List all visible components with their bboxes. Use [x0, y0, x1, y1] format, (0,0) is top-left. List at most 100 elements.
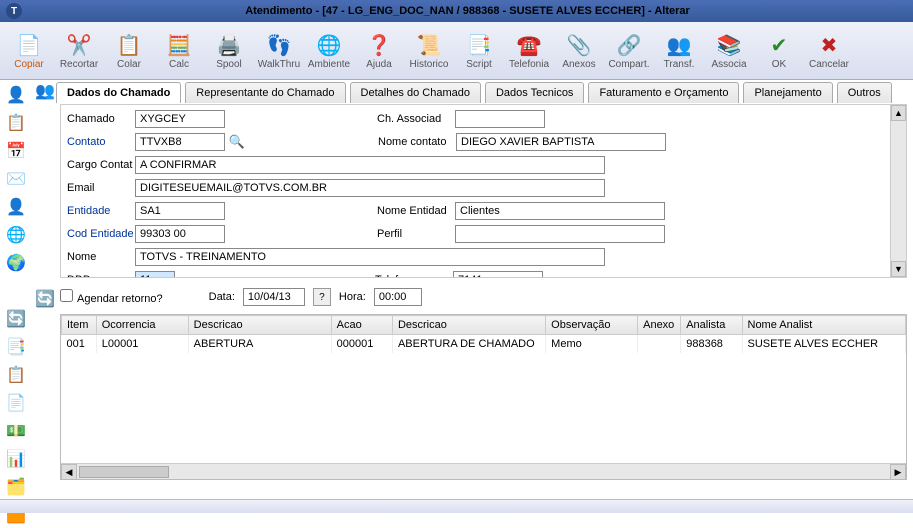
toolbar-recortar[interactable]: ✂️Recortar — [54, 24, 104, 78]
entidade-input[interactable] — [135, 202, 225, 220]
grid-header-item[interactable]: Item — [62, 316, 97, 335]
telefone-label: Telefone — [373, 274, 453, 278]
toolbar-walkthru[interactable]: 👣WalkThru — [254, 24, 304, 78]
telefone-input[interactable] — [453, 271, 543, 278]
tab-strip: Dados do ChamadoRepresentante do Chamado… — [56, 82, 892, 103]
contato-label[interactable]: Contato — [65, 136, 135, 148]
hora-input[interactable] — [374, 288, 422, 306]
tab-planejamento[interactable]: Planejamento — [743, 82, 832, 103]
sidebar-icon-2[interactable]: 📅 — [2, 138, 30, 164]
toolbar-associa[interactable]: 📚Associa — [704, 24, 754, 78]
grid-header-nomeanalist[interactable]: Nome Analist — [742, 316, 906, 335]
recortar-icon: ✂️ — [65, 31, 93, 59]
sidebar-icon-8[interactable]: 🔄 — [2, 306, 30, 332]
grid-header-analista[interactable]: Analista — [681, 316, 742, 335]
sidebar-icon-14[interactable]: 🗂️ — [2, 474, 30, 500]
copiar-icon: 📄 — [15, 31, 43, 59]
chassociad-label: Ch. Associad — [375, 113, 455, 125]
history-grid: ItemOcorrenciaDescricaoAcaoDescricaoObse… — [60, 314, 907, 480]
toolbar-telefonia[interactable]: ☎️Telefonia — [504, 24, 554, 78]
cell-ocorrencia: L00001 — [96, 335, 188, 354]
tab-dadostecnicos[interactable]: Dados Tecnicos — [485, 82, 584, 103]
sidebar-icon-4[interactable]: 👤 — [2, 194, 30, 220]
email-label: Email — [65, 182, 135, 194]
cell-nomeanalist: SUSETE ALVES ECCHER — [742, 335, 906, 354]
scroll-up-icon[interactable]: ▲ — [891, 105, 906, 121]
grid-horizontal-scrollbar[interactable]: ◀ ▶ — [61, 463, 906, 479]
email-input[interactable] — [135, 179, 605, 197]
sidebar-icon-13[interactable]: 📊 — [2, 446, 30, 472]
contato-input[interactable] — [135, 133, 225, 151]
nome-input[interactable] — [135, 248, 605, 266]
toolbar-script[interactable]: 📑Script — [454, 24, 504, 78]
ok-icon: ✔ — [765, 31, 793, 59]
ambiente-icon: 🌐 — [315, 31, 343, 59]
sidebar-icon-0[interactable]: 👤 — [2, 82, 30, 108]
grid-header-observao[interactable]: Observação — [546, 316, 638, 335]
tab-dadosdochamado[interactable]: Dados do Chamado — [56, 82, 181, 103]
cell-obs: Memo — [546, 335, 638, 354]
chamado-label: Chamado — [65, 113, 135, 125]
sidebar-icon-11[interactable]: 📄 — [2, 390, 30, 416]
toolbar-transf[interactable]: 👥Transf. — [654, 24, 704, 78]
toolbar-cancelar[interactable]: ✖Cancelar — [804, 24, 854, 78]
nomeentidad-input[interactable] — [455, 202, 665, 220]
chassociad-input[interactable] — [455, 110, 545, 128]
scroll-down-icon[interactable]: ▼ — [891, 261, 906, 277]
toolbar-ajuda[interactable]: ❓Ajuda — [354, 24, 404, 78]
scroll-left-icon[interactable]: ◀ — [61, 464, 77, 480]
entidade-label[interactable]: Entidade — [65, 205, 135, 217]
toolbar-ambiente[interactable]: 🌐Ambiente — [304, 24, 354, 78]
perfil-input[interactable] — [455, 225, 665, 243]
toolbar-copiar[interactable]: 📄Copiar — [4, 24, 54, 78]
sidebar-icon-5[interactable]: 🌐 — [2, 222, 30, 248]
toolbar-compart[interactable]: 🔗Compart. — [604, 24, 654, 78]
toolbar-anexos[interactable]: 📎Anexos — [554, 24, 604, 78]
grid-header-ocorrencia[interactable]: Ocorrencia — [96, 316, 188, 335]
nome-label: Nome — [65, 251, 135, 263]
sidebar-icon-9[interactable]: 📑 — [2, 334, 30, 360]
grid-header-anexo[interactable]: Anexo — [638, 316, 681, 335]
toolbar-historico[interactable]: 📜Historico — [404, 24, 454, 78]
toolbar-calc[interactable]: 🧮Calc — [154, 24, 204, 78]
cargo-input[interactable] — [135, 156, 605, 174]
toolbar-ok[interactable]: ✔OK — [754, 24, 804, 78]
scroll-right-icon[interactable]: ▶ — [890, 464, 906, 480]
tab-faturamentoeoramento[interactable]: Faturamento e Orçamento — [588, 82, 739, 103]
toolbar-spool[interactable]: 🖨️Spool — [204, 24, 254, 78]
transf-icon: 👥 — [665, 31, 693, 59]
codentidade-input[interactable] — [135, 225, 225, 243]
chamado-input[interactable] — [135, 110, 225, 128]
nomecontato-input[interactable] — [456, 133, 666, 151]
sidebar-icon-12[interactable]: 💵 — [2, 418, 30, 444]
scroll-thumb[interactable] — [79, 466, 169, 478]
sidebar-icon-1[interactable]: 📋 — [2, 110, 30, 136]
tab-representantedochamado[interactable]: Representante do Chamado — [185, 82, 345, 103]
tab-detalhesdochamado[interactable]: Detalhes do Chamado — [350, 82, 481, 103]
agendar-checkbox-label[interactable]: Agendar retorno? — [60, 289, 163, 305]
grid-header-descricao[interactable]: Descricao — [392, 316, 545, 335]
sidebar-icon-3[interactable]: ✉️ — [2, 166, 30, 192]
codentidade-label[interactable]: Cod Entidade — [65, 228, 135, 240]
search-icon[interactable]: 🔍 — [228, 133, 246, 151]
table-row[interactable]: 001L00001ABERTURA000001ABERTURA DE CHAMA… — [62, 335, 906, 354]
sidebar-icon-7[interactable] — [2, 278, 30, 304]
sidebar-icon-6[interactable]: 🌍 — [2, 250, 30, 276]
perfil-label: Perfil — [375, 228, 455, 240]
refresh-icon[interactable]: 🔄 — [34, 288, 56, 310]
date-picker-button[interactable]: ? — [313, 288, 331, 306]
grid-header-descricao[interactable]: Descricao — [188, 316, 331, 335]
colar-icon: 📋 — [115, 31, 143, 59]
form-vertical-scrollbar[interactable]: ▲ ▼ — [890, 105, 906, 277]
cancelar-icon: ✖ — [815, 31, 843, 59]
toolbar-colar[interactable]: 📋Colar — [104, 24, 154, 78]
sidebar-icon-10[interactable]: 📋 — [2, 362, 30, 388]
grid-header-acao[interactable]: Acao — [331, 316, 392, 335]
walkthru-icon: 👣 — [265, 31, 293, 59]
agendar-checkbox[interactable] — [60, 289, 73, 302]
nomeentidad-label: Nome Entidad — [375, 205, 455, 217]
cargo-label: Cargo Contat — [65, 159, 135, 171]
ddd-input[interactable] — [135, 271, 175, 278]
data-input[interactable] — [243, 288, 305, 306]
tab-outros[interactable]: Outros — [837, 82, 892, 103]
